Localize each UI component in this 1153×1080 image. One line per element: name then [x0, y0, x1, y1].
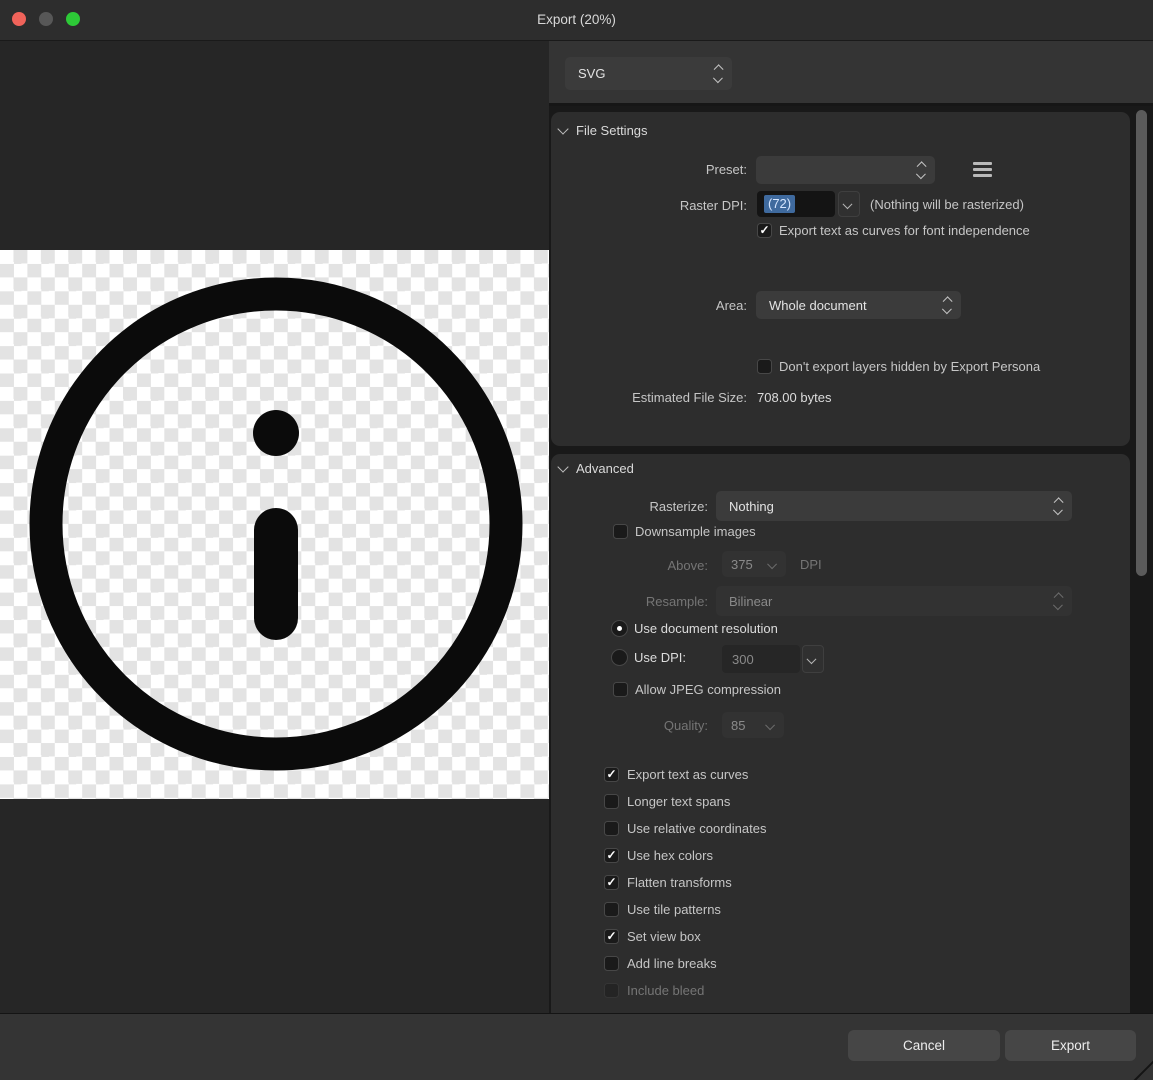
format-select-value: SVG: [565, 66, 715, 81]
area-label: Area:: [600, 298, 747, 313]
export-text-curves-font-checkbox[interactable]: [757, 223, 772, 238]
stepper-icon: [1055, 499, 1062, 514]
option-label[interactable]: Add line breaks: [627, 956, 717, 971]
resample-label: Resample:: [560, 594, 708, 609]
option-label[interactable]: Set view box: [627, 929, 701, 944]
option-label[interactable]: Export text as curves: [627, 767, 748, 782]
use-dpi-value: 300: [732, 652, 754, 667]
option-row: Add line breaks: [604, 953, 1124, 980]
dialog-footer: Cancel Export: [0, 1013, 1153, 1080]
stepper-icon: [1055, 594, 1062, 609]
option-label[interactable]: Flatten transforms: [627, 875, 732, 890]
export-dialog: Export (20%) SVG File Settings Preset: R…: [0, 0, 1153, 1080]
window-title: Export (20%): [0, 0, 1153, 40]
allow-jpeg-compression-label[interactable]: Allow JPEG compression: [635, 682, 781, 697]
rasterize-select-value: Nothing: [716, 499, 1055, 514]
raster-dpi-selected-text: (72): [764, 195, 795, 213]
above-dpi-unit: DPI: [800, 557, 822, 572]
option-checkbox[interactable]: [604, 956, 619, 971]
use-document-resolution-label[interactable]: Use document resolution: [634, 621, 778, 636]
transparency-checkerboard: [0, 250, 549, 799]
option-label: Include bleed: [627, 983, 704, 998]
use-dpi-radio[interactable]: [611, 649, 628, 666]
option-row: Longer text spans: [604, 791, 1124, 818]
estimated-size-label: Estimated File Size:: [560, 390, 747, 405]
export-button[interactable]: Export: [1005, 1030, 1136, 1061]
option-row: Use hex colors: [604, 845, 1124, 872]
preset-select[interactable]: [756, 156, 935, 184]
svg-options-list: Export text as curves Longer text spans Us…: [604, 764, 1124, 1007]
option-label[interactable]: Use relative coordinates: [627, 821, 766, 836]
cancel-button[interactable]: Cancel: [848, 1030, 1000, 1061]
use-dpi-label[interactable]: Use DPI:: [634, 650, 686, 665]
option-checkbox: [604, 983, 619, 998]
chevron-down-icon: [770, 722, 777, 729]
option-row: Use tile patterns: [604, 899, 1124, 926]
area-select[interactable]: Whole document: [756, 291, 961, 319]
preset-label: Preset:: [600, 162, 747, 177]
export-text-curves-font-label[interactable]: Export text as curves for font independe…: [779, 223, 1030, 238]
raster-dpi-label: Raster DPI:: [600, 198, 747, 213]
use-dpi-dropdown-button: [802, 645, 824, 673]
chevron-down-icon: [772, 561, 779, 568]
above-label: Above:: [560, 558, 708, 573]
option-row: Use relative coordinates: [604, 818, 1124, 845]
option-row: Flatten transforms: [604, 872, 1124, 899]
format-select[interactable]: SVG: [565, 57, 732, 90]
option-label[interactable]: Use hex colors: [627, 848, 713, 863]
option-checkbox[interactable]: [604, 929, 619, 944]
option-checkbox[interactable]: [604, 767, 619, 782]
info-icon-preview: [0, 250, 549, 799]
above-dpi-select: 375: [722, 551, 786, 577]
option-label[interactable]: Longer text spans: [627, 794, 730, 809]
allow-jpeg-compression-checkbox[interactable]: [613, 682, 628, 697]
resample-select: Bilinear: [716, 586, 1072, 616]
stepper-icon: [944, 298, 951, 313]
option-label[interactable]: Use tile patterns: [627, 902, 721, 917]
option-checkbox[interactable]: [604, 794, 619, 809]
downsample-images-label[interactable]: Downsample images: [635, 524, 756, 539]
stepper-icon: [715, 66, 722, 81]
preview-pane: [0, 41, 549, 1013]
option-checkbox[interactable]: [604, 848, 619, 863]
raster-dpi-hint: (Nothing will be rasterized): [870, 197, 1024, 212]
option-row: Set view box: [604, 926, 1124, 953]
option-checkbox[interactable]: [604, 902, 619, 917]
dont-export-hidden-label[interactable]: Don't export layers hidden by Export Per…: [779, 359, 1040, 374]
above-dpi-value: 375: [722, 557, 772, 572]
raster-dpi-dropdown-button[interactable]: [838, 191, 860, 217]
quality-label: Quality:: [560, 718, 708, 733]
advanced-title[interactable]: Advanced: [576, 461, 634, 476]
rasterize-label: Rasterize:: [560, 499, 708, 514]
resample-select-value: Bilinear: [716, 594, 1055, 609]
title-bar: Export (20%): [0, 0, 1153, 41]
option-checkbox[interactable]: [604, 875, 619, 890]
rasterize-select[interactable]: Nothing: [716, 491, 1072, 521]
preset-menu-icon[interactable]: [973, 162, 992, 177]
use-dpi-input: 300: [722, 645, 800, 673]
dont-export-hidden-checkbox[interactable]: [757, 359, 772, 374]
area-select-value: Whole document: [756, 298, 944, 313]
estimated-size-value: 708.00 bytes: [757, 390, 831, 405]
file-settings-title[interactable]: File Settings: [576, 123, 648, 138]
quality-select: 85: [722, 712, 784, 738]
option-row: Include bleed: [604, 980, 1124, 1007]
scrollbar-thumb[interactable]: [1136, 110, 1147, 576]
use-document-resolution-radio[interactable]: [611, 620, 628, 637]
quality-value: 85: [722, 718, 770, 733]
option-row: Export text as curves: [604, 764, 1124, 791]
stepper-icon: [918, 163, 925, 178]
option-checkbox[interactable]: [604, 821, 619, 836]
resize-grip[interactable]: [1133, 1060, 1153, 1080]
downsample-images-checkbox[interactable]: [613, 524, 628, 539]
raster-dpi-input[interactable]: (72): [757, 191, 835, 217]
